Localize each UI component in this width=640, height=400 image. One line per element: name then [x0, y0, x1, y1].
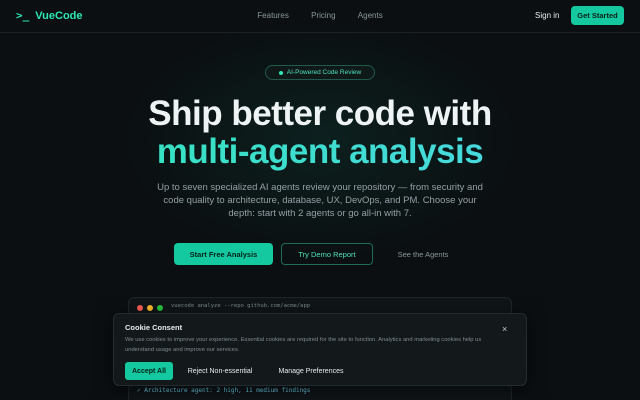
window-close-dot-icon: [137, 305, 143, 311]
nav-link-pricing[interactable]: Pricing: [311, 11, 335, 20]
nav-link-features[interactable]: Features: [257, 11, 289, 20]
terminal-output-line: ✓ Architecture agent: 2 high, 11 medium …: [137, 387, 311, 394]
cookie-consent-dialog: Cookie Consent × We use cookies to impro…: [113, 313, 527, 386]
get-started-button[interactable]: Get Started: [571, 6, 624, 25]
cookie-description: We use cookies to improve your experienc…: [125, 337, 482, 353]
see-the-agents-link[interactable]: See the Agents: [385, 243, 461, 265]
try-demo-report-button[interactable]: Try Demo Report: [281, 243, 373, 265]
hero-badge-label: AI-Powered Code Review: [286, 69, 362, 76]
manage-preferences-button[interactable]: Manage Preferences: [269, 362, 353, 380]
close-icon[interactable]: ×: [502, 324, 507, 334]
window-minimize-dot-icon: [147, 305, 153, 311]
window-maximize-dot-icon: [157, 305, 163, 311]
terminal-command: vuecode analyze --repo github.com/acme/a…: [171, 303, 311, 309]
hero-title-line-1: Ship better code with: [148, 94, 492, 133]
reject-non-essential-button[interactable]: Reject Non-essential: [178, 362, 262, 380]
sign-in-link[interactable]: Sign in: [535, 11, 559, 20]
hero-badge: AI-Powered Code Review: [265, 65, 375, 80]
status-dot-icon: [278, 70, 283, 75]
cookie-title: Cookie Consent: [125, 323, 183, 332]
hero-title-line-2: multi-agent analysis: [0, 132, 640, 172]
start-free-analysis-button[interactable]: Start Free Analysis: [174, 243, 273, 265]
hero-subtitle: Up to seven specialized AI agents review…: [157, 182, 483, 219]
nav-link-agents[interactable]: Agents: [358, 11, 383, 20]
accept-all-button[interactable]: Accept All: [125, 362, 173, 380]
top-nav: >_ VueCode Features Pricing Agents Sign …: [0, 0, 640, 33]
